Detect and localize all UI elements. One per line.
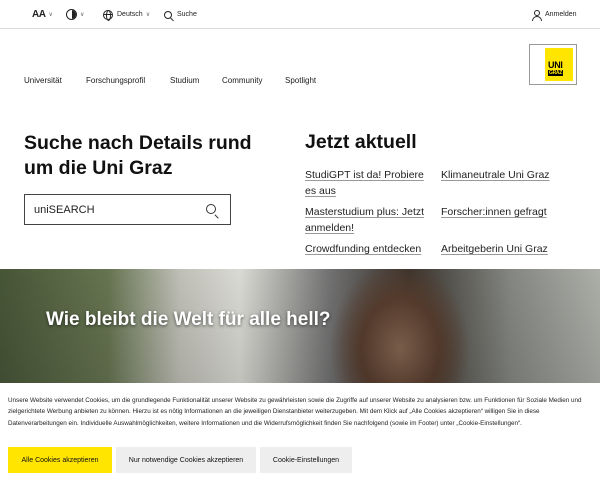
unisearch-input[interactable]: [34, 203, 194, 216]
chevron-down-icon: ∨: [80, 12, 85, 18]
news-section-title: Jetzt aktuell: [305, 131, 417, 153]
accept-all-cookies-button[interactable]: Alle Cookies akzeptieren: [8, 447, 112, 473]
news-link-crowdfunding[interactable]: Crowdfunding entdecken: [305, 242, 435, 258]
globe-icon: [103, 9, 113, 21]
nav-item-community[interactable]: Community: [222, 76, 262, 85]
unisearch-box[interactable]: [24, 194, 231, 225]
user-icon: [531, 9, 542, 21]
login-label: Anmelden: [545, 11, 577, 18]
font-size-icon: AA: [32, 9, 46, 20]
search-icon[interactable]: [206, 204, 216, 214]
chevron-down-icon: ∨: [145, 12, 151, 18]
contrast-toggle[interactable]: ∨: [66, 0, 84, 29]
search-label: Suche: [177, 11, 197, 18]
nav-item-universitaet[interactable]: Universität: [24, 76, 62, 85]
logo-text: UNI GRAZ: [548, 61, 563, 76]
search-section-title: Suche nach Details rund um die Uni Graz: [24, 132, 252, 179]
language-label: Deutsch: [117, 11, 143, 18]
news-link-masterstudium[interactable]: Masterstudium plus: Jetzt anmelden!: [305, 205, 433, 236]
logo-line-uni: UNI: [548, 60, 563, 70]
logo-line-graz: GRAZ: [548, 70, 563, 76]
contrast-icon: [66, 9, 77, 20]
nav-item-forschungsprofil[interactable]: Forschungsprofil: [86, 76, 145, 85]
top-utility-bar: AA ∨ ∨ Deutsch ∨ Suche Anmelden: [0, 0, 600, 29]
uni-graz-logo[interactable]: UNI GRAZ: [529, 44, 577, 85]
news-link-forscher[interactable]: Forscher:innen gefragt: [441, 205, 571, 221]
news-link-klimaneutral[interactable]: Klimaneutrale Uni Graz: [441, 168, 571, 184]
font-size-toggle[interactable]: AA ∨: [32, 0, 53, 29]
cookie-settings-button[interactable]: Cookie-Einstellungen: [260, 447, 352, 473]
language-selector[interactable]: Deutsch ∨: [103, 0, 150, 29]
nav-item-spotlight[interactable]: Spotlight: [285, 76, 316, 85]
login-button[interactable]: Anmelden: [531, 0, 577, 29]
cookie-text: Unsere Website verwendet Cookies, um die…: [8, 397, 582, 427]
nav-item-studium[interactable]: Studium: [170, 76, 199, 85]
news-link-studigpt[interactable]: StudiGPT ist da! Probiere es aus: [305, 168, 430, 199]
chevron-down-icon: ∨: [48, 12, 53, 18]
accept-necessary-cookies-button[interactable]: Nur notwendige Cookies akzeptieren: [116, 447, 256, 473]
search-icon: [164, 10, 172, 19]
hero-title: Wie bleibt die Welt für alle hell?: [46, 309, 331, 330]
news-link-arbeitgeberin[interactable]: Arbeitgeberin Uni Graz: [441, 242, 571, 258]
search-button[interactable]: Suche: [164, 0, 197, 29]
